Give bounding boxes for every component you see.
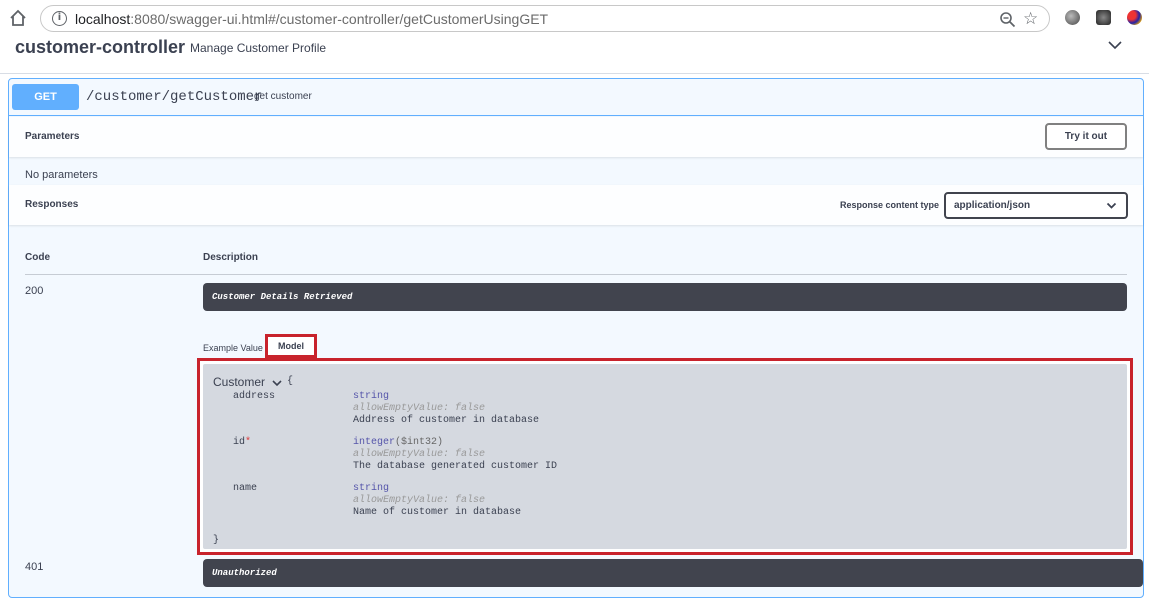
response-description-401: Unauthorized <box>203 559 1143 587</box>
response-description-200: Customer Details Retrieved <box>203 283 1127 311</box>
chevron-down-icon[interactable] <box>1107 40 1123 50</box>
operation-block: GET /customer/getCustomer get customer P… <box>8 78 1144 598</box>
content-type-select[interactable]: application/json <box>944 192 1128 219</box>
chevron-down-icon[interactable] <box>272 380 282 387</box>
operation-path: /customer/getCustomer <box>86 89 263 105</box>
bookmark-star-icon[interactable]: ☆ <box>1023 9 1038 29</box>
tag-description: Manage Customer Profile <box>190 41 327 55</box>
responses-label: Responses <box>25 199 79 210</box>
property-meta: allowEmptyValue: false <box>353 449 486 460</box>
tag-header[interactable]: customer-controller Manage Customer Prof… <box>0 36 1149 74</box>
response-code-200: 200 <box>25 285 44 297</box>
model-schema: Customer { address string allowEmptyValu… <box>203 364 1127 549</box>
method-badge: GET <box>12 84 79 110</box>
extension-icon-1[interactable] <box>1065 10 1080 25</box>
operation-summary[interactable]: GET /customer/getCustomer get customer <box>9 79 1143 116</box>
tag-title: customer-controller <box>15 37 186 57</box>
chevron-down-icon <box>1106 202 1117 209</box>
no-parameters-text: No parameters <box>25 169 98 181</box>
tab-model[interactable]: Model <box>265 334 317 358</box>
code-column-header: Code <box>25 252 50 263</box>
browser-toolbar: i localhost:8080/swagger-ui.html#/custom… <box>0 0 1149 36</box>
model-panel: Customer { address string allowEmptyValu… <box>197 358 1133 555</box>
property-description: The database generated customer ID <box>353 461 558 472</box>
property-description: Address of customer in database <box>353 415 540 426</box>
property-meta: allowEmptyValue: false <box>353 403 486 414</box>
parameters-header: Parameters Try it out <box>9 117 1143 157</box>
close-brace: } <box>213 535 220 546</box>
property-type: string <box>353 391 390 402</box>
zoom-icon[interactable] <box>999 11 1016 28</box>
model-name[interactable]: Customer <box>213 375 265 389</box>
extension-icon-3[interactable] <box>1127 10 1142 25</box>
home-icon[interactable] <box>8 8 28 28</box>
property-type: string <box>353 483 390 494</box>
address-bar[interactable]: i localhost:8080/swagger-ui.html#/custom… <box>40 5 1050 32</box>
response-code-401: 401 <box>25 561 44 573</box>
description-column-header: Description <box>203 252 259 263</box>
property-name: id* <box>233 437 252 448</box>
property-meta: allowEmptyValue: false <box>353 495 486 506</box>
open-brace: { <box>287 376 294 387</box>
extension-icon-2[interactable] <box>1096 10 1111 25</box>
header-divider <box>25 274 1127 275</box>
try-it-out-button[interactable]: Try it out <box>1045 123 1127 150</box>
property-name: name <box>233 483 258 494</box>
property-type: integer($int32) <box>353 437 444 448</box>
content-type-value: application/json <box>954 200 1031 211</box>
property-description: Name of customer in database <box>353 507 522 518</box>
url-text[interactable]: localhost:8080/swagger-ui.html#/customer… <box>75 11 548 27</box>
required-marker: * <box>245 437 252 448</box>
content-type-label: Response content type <box>840 200 940 210</box>
parameters-label: Parameters <box>25 131 80 142</box>
tab-example-value[interactable]: Example Value <box>203 343 263 353</box>
property-name: address <box>233 391 276 402</box>
info-icon[interactable]: i <box>52 11 67 26</box>
operation-summary-text: get customer <box>254 91 312 102</box>
